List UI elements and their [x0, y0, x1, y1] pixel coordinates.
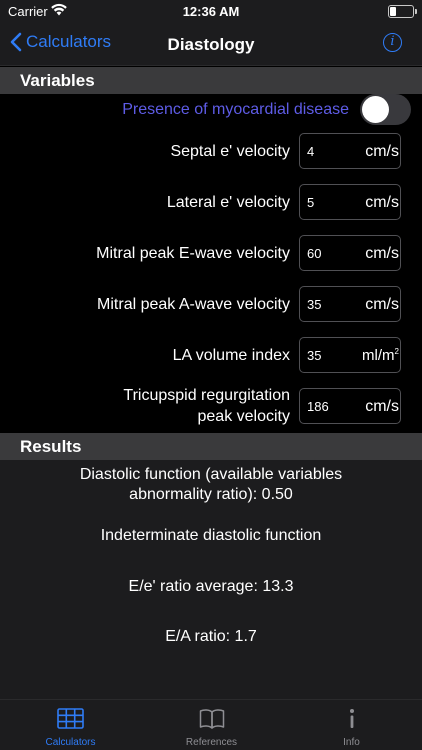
tab-info[interactable]: Info: [281, 700, 422, 750]
tricuspid-regurgitation-unit: cm/s: [365, 398, 399, 415]
results-panel: Diastolic function (available variables …: [0, 460, 422, 699]
lateral-e-velocity-label: Lateral e' velocity: [166, 194, 290, 211]
la-volume-index-input[interactable]: 35 ml/m2: [299, 337, 401, 373]
septal-e-velocity-label: Septal e' velocity: [170, 143, 290, 160]
info-circle-icon[interactable]: i: [383, 33, 402, 52]
tricuspid-regurgitation-row: Tricupspid regurgitation peak velocity 1…: [0, 386, 422, 426]
tricuspid-regurgitation-label: Tricupspid regurgitation peak velocity: [30, 386, 290, 426]
tricuspid-regurgitation-label-line2: peak velocity: [197, 408, 291, 425]
navigation-bar: Calculators Diastology i: [0, 24, 422, 66]
septal-e-velocity-unit: cm/s: [365, 143, 399, 160]
mitral-a-wave-label: Mitral peak A-wave velocity: [97, 296, 290, 313]
mitral-e-wave-label: Mitral peak E-wave velocity: [96, 245, 290, 262]
la-volume-index-row: LA volume index 35 ml/m2: [0, 337, 422, 375]
lateral-e-velocity-unit: cm/s: [365, 194, 399, 211]
mitral-e-wave-input[interactable]: 60 cm/s: [299, 235, 401, 271]
diastolic-function-result: Diastolic function (available variables …: [0, 465, 422, 505]
lateral-e-velocity-row: Lateral e' velocity 5 cm/s: [0, 184, 422, 222]
tab-references[interactable]: References: [141, 700, 282, 750]
book-icon: [199, 709, 224, 729]
tab-calculators-label: Calculators: [45, 737, 96, 748]
mitral-a-wave-unit: cm/s: [365, 296, 399, 313]
lateral-e-velocity-input[interactable]: 5 cm/s: [299, 184, 401, 220]
myocardial-disease-toggle[interactable]: [360, 94, 411, 125]
tab-info-label: Info: [343, 737, 360, 748]
septal-e-velocity-input[interactable]: 4 cm/s: [299, 133, 401, 169]
mitral-e-wave-unit: cm/s: [365, 245, 399, 262]
toggle-knob: [362, 96, 389, 123]
info-glyph: i: [390, 34, 395, 49]
status-bar: Carrier 12:36 AM: [0, 0, 422, 24]
interpretation-result: Indeterminate diastolic function: [100, 527, 322, 544]
diastolic-function-line1: Diastolic function (available variables: [79, 466, 343, 483]
la-volume-index-unit: ml/m2: [362, 347, 399, 364]
tab-calculators[interactable]: Calculators: [0, 700, 141, 750]
tab-bar: Calculators References Info: [0, 699, 422, 750]
battery-icon: [388, 5, 417, 18]
ee-ratio-result: E/e' ratio average: 13.3: [128, 578, 294, 595]
tab-references-label: References: [185, 737, 238, 748]
la-volume-index-unit-base: ml/m: [362, 347, 395, 364]
tricuspid-regurgitation-value: 186: [307, 399, 329, 414]
tricuspid-regurgitation-label-line1: Tricupspid regurgitation: [123, 387, 290, 404]
myocardial-disease-row: Presence of myocardial disease: [0, 94, 422, 126]
table-icon: [57, 708, 84, 729]
myocardial-disease-label: Presence of myocardial disease: [122, 101, 349, 118]
clock: 12:36 AM: [182, 4, 240, 19]
mitral-e-wave-row: Mitral peak E-wave velocity 60 cm/s: [0, 235, 422, 273]
mitral-a-wave-input[interactable]: 35 cm/s: [299, 286, 401, 322]
diastolic-function-line2: abnormality ratio): 0.50: [129, 486, 293, 503]
results-header: Results: [0, 433, 422, 460]
la-volume-index-unit-exponent: 2: [394, 347, 399, 356]
info-icon: [349, 709, 354, 728]
la-volume-index-value: 35: [307, 348, 322, 363]
mitral-e-wave-value: 60: [307, 246, 322, 261]
page-title: Diastology: [167, 35, 255, 54]
la-volume-index-label: LA volume index: [172, 347, 290, 364]
variables-header: Variables: [0, 67, 422, 94]
ea-ratio-result: E/A ratio: 1.7: [165, 628, 257, 645]
tricuspid-regurgitation-input[interactable]: 186 cm/s: [299, 388, 401, 424]
septal-e-velocity-row: Septal e' velocity 4 cm/s: [0, 133, 422, 171]
mitral-a-wave-row: Mitral peak A-wave velocity 35 cm/s: [0, 286, 422, 324]
lateral-e-velocity-value: 5: [307, 195, 315, 210]
mitral-a-wave-value: 35: [307, 297, 322, 312]
septal-e-velocity-value: 4: [307, 144, 315, 159]
